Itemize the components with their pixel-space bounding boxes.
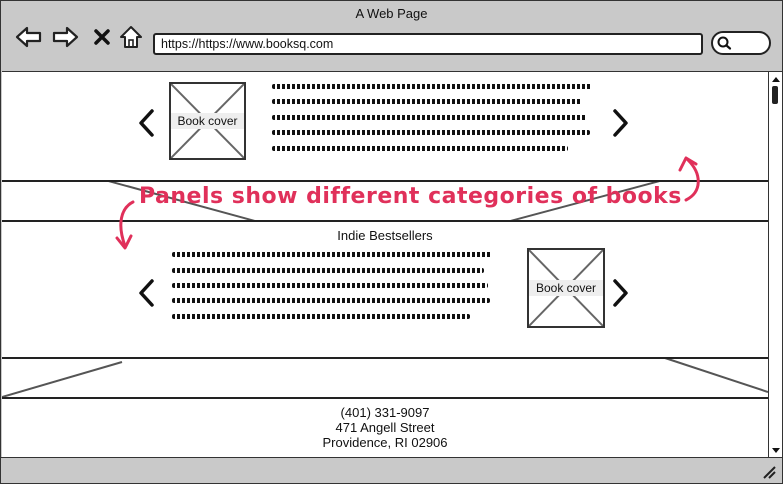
page-viewport[interactable]: Book cover Indie Bestsellers Book cover …: [2, 71, 768, 457]
footer-city: Providence, RI 02906: [322, 435, 448, 450]
book-cover-image[interactable]: Book cover: [169, 82, 246, 160]
browser-window: A Web Page https://https://www.booksq.co…: [0, 0, 783, 484]
address-bar[interactable]: https://https://www.booksq.com: [153, 33, 703, 55]
resize-grip-icon[interactable]: [761, 464, 777, 480]
annotation-arrow-up-icon: [678, 156, 700, 202]
chevron-left-icon[interactable]: [136, 108, 158, 138]
annotation-arrow-left-icon: [115, 200, 135, 250]
scroll-down-icon[interactable]: [770, 445, 782, 455]
footer-street: 471 Angell Street: [335, 420, 435, 435]
home-icon: [120, 26, 142, 48]
browser-toolbar: https://https://www.booksq.com: [1, 21, 782, 61]
forward-button[interactable]: [51, 23, 79, 51]
search-box[interactable]: [711, 31, 771, 55]
stop-button[interactable]: [88, 23, 116, 51]
book-panel: Book cover: [2, 72, 768, 182]
chevron-right-icon[interactable]: [609, 278, 631, 308]
annotation-note: Panels show different categories of book…: [139, 184, 682, 209]
arrow-right-icon: [52, 26, 79, 48]
book-cover-label: Book cover: [171, 113, 244, 129]
footer-phone: (401) 331-9097: [340, 405, 430, 420]
close-icon: [94, 29, 110, 45]
back-button[interactable]: [15, 23, 43, 51]
chevron-right-icon[interactable]: [609, 108, 631, 138]
chevron-left-icon[interactable]: [136, 278, 158, 308]
arrow-left-icon: [15, 26, 42, 48]
scrollbar-thumb[interactable]: [772, 86, 778, 104]
home-button[interactable]: [117, 23, 145, 51]
vertical-scrollbar[interactable]: [768, 71, 782, 457]
search-icon: [717, 36, 732, 50]
page-footer: (401) 331-9097 471 Angell Street Provide…: [2, 397, 768, 457]
book-cover-label: Book cover: [529, 280, 603, 296]
scroll-up-icon[interactable]: [770, 74, 782, 84]
status-bar: [1, 457, 782, 483]
book-cover-image[interactable]: Book cover: [527, 248, 605, 328]
